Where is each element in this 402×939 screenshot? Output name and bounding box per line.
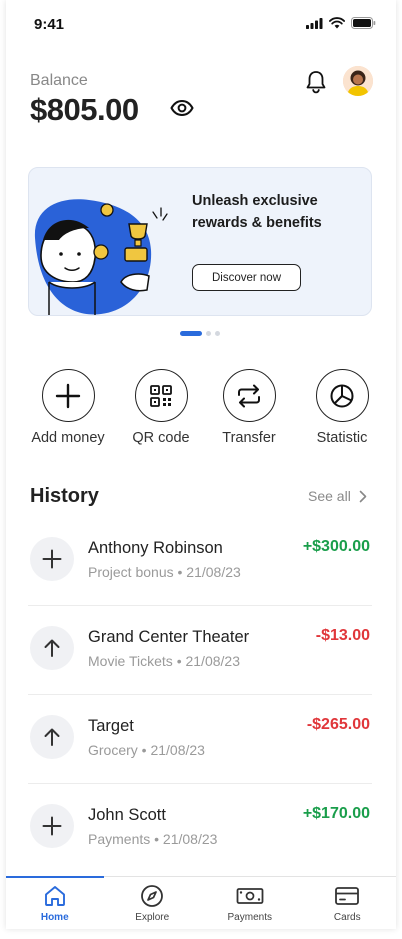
quick-actions: Add money QR code Transfer Statistic — [6, 369, 396, 449]
carousel-dot[interactable] — [206, 331, 211, 336]
transaction-subtitle: Movie Tickets • 21/08/23 — [88, 653, 240, 669]
discover-now-button[interactable]: Discover now — [192, 264, 301, 291]
nav-label-explore: Explore — [135, 912, 170, 923]
incoming-transaction-icon — [30, 537, 74, 581]
see-all-label: See all — [308, 488, 351, 504]
notifications-button[interactable] — [303, 68, 329, 96]
carousel-dot[interactable] — [215, 331, 220, 336]
transaction-list: Anthony Robinson Project bonus • 21/08/2… — [28, 517, 372, 873]
qr-code-label: QR code — [132, 430, 190, 446]
outgoing-transaction-icon — [30, 626, 74, 670]
nav-item-cards[interactable]: Cards — [299, 877, 397, 929]
transaction-amount: +$170.00 — [302, 805, 370, 822]
nav-item-home[interactable]: Home — [6, 876, 104, 929]
transaction-amount: +$300.00 — [302, 538, 370, 555]
toggle-balance-button[interactable] — [168, 96, 196, 120]
avatar-image — [343, 66, 373, 96]
add-money-label: Add money — [31, 430, 105, 446]
qr-code-icon — [150, 384, 172, 407]
transaction-amount: -$265.00 — [306, 716, 370, 733]
banner-title: Unleash exclusive rewards & benefits — [192, 193, 322, 231]
avatar[interactable] — [343, 66, 373, 96]
card-icon — [335, 887, 360, 905]
transaction-name: Grand Center Theater — [88, 628, 250, 646]
transfer-circle — [222, 369, 276, 422]
transaction-amount: -$13.00 — [315, 627, 370, 644]
compass-icon — [141, 885, 164, 907]
wifi-icon — [329, 17, 345, 29]
incoming-transaction-icon — [30, 804, 74, 848]
app-screen: 9:41 Balance $805.00 Unleash exclusive r… — [6, 0, 396, 929]
balance-value: $805.00 — [30, 92, 139, 127]
transaction-row[interactable]: Anthony Robinson Project bonus • 21/08/2… — [28, 517, 372, 606]
eye-icon — [170, 100, 194, 116]
status-icons — [306, 17, 376, 29]
rewards-illustration — [34, 199, 168, 315]
statistic-circle — [315, 369, 369, 422]
bell-icon — [306, 71, 326, 94]
outgoing-transaction-icon — [30, 715, 74, 759]
see-all-link[interactable]: See all — [308, 488, 367, 504]
pie-chart-icon — [330, 384, 354, 407]
battery-icon — [351, 17, 376, 29]
qr-code-circle — [134, 369, 188, 422]
plus-icon — [55, 383, 81, 408]
transaction-row[interactable]: Target Grocery • 21/08/23 -$265.00 — [28, 695, 372, 784]
banknote-icon — [236, 888, 264, 904]
arrow-up-icon — [44, 639, 60, 657]
nav-label-home: Home — [40, 912, 69, 923]
chevron-right-icon — [359, 490, 367, 502]
nav-item-explore[interactable]: Explore — [104, 877, 202, 929]
transaction-row[interactable]: Grand Center Theater Movie Tickets • 21/… — [28, 606, 372, 695]
history-title: History — [30, 485, 99, 507]
transfer-label: Transfer — [222, 430, 276, 446]
transaction-name: John Scott — [88, 806, 166, 824]
carousel-page-indicator — [180, 331, 220, 336]
carousel-dot-active[interactable] — [180, 331, 202, 336]
add-money-button[interactable]: Add money — [28, 369, 108, 446]
arrow-up-icon — [44, 728, 60, 746]
transaction-name: Target — [88, 717, 134, 735]
status-bar: 9:41 — [6, 0, 396, 48]
signal-icon — [306, 17, 323, 29]
transfer-icon — [238, 384, 260, 407]
nav-item-payments[interactable]: Payments — [201, 877, 299, 929]
add-money-circle — [41, 369, 95, 422]
transaction-name: Anthony Robinson — [88, 539, 223, 557]
transfer-button[interactable]: Transfer — [209, 369, 289, 446]
statistic-button[interactable]: Statistic — [302, 369, 382, 446]
promo-banner[interactable]: Unleash exclusive rewards & benefits Dis… — [28, 167, 372, 316]
nav-label-payments: Payments — [227, 912, 272, 923]
transaction-row[interactable]: John Scott Payments • 21/08/23 +$170.00 — [28, 784, 372, 873]
plus-icon — [42, 549, 62, 569]
plus-icon — [42, 816, 62, 836]
balance-label: Balance — [30, 72, 88, 89]
nav-label-cards: Cards — [333, 912, 361, 923]
transaction-subtitle: Grocery • 21/08/23 — [88, 742, 205, 758]
qr-code-button[interactable]: QR code — [121, 369, 201, 446]
statistic-label: Statistic — [316, 430, 368, 446]
status-time: 9:41 — [34, 16, 65, 33]
transaction-subtitle: Project bonus • 21/08/23 — [88, 564, 241, 580]
bottom-nav: Home Explore Payments Cards — [6, 876, 396, 929]
transaction-subtitle: Payments • 21/08/23 — [88, 831, 218, 847]
home-icon — [44, 886, 65, 906]
